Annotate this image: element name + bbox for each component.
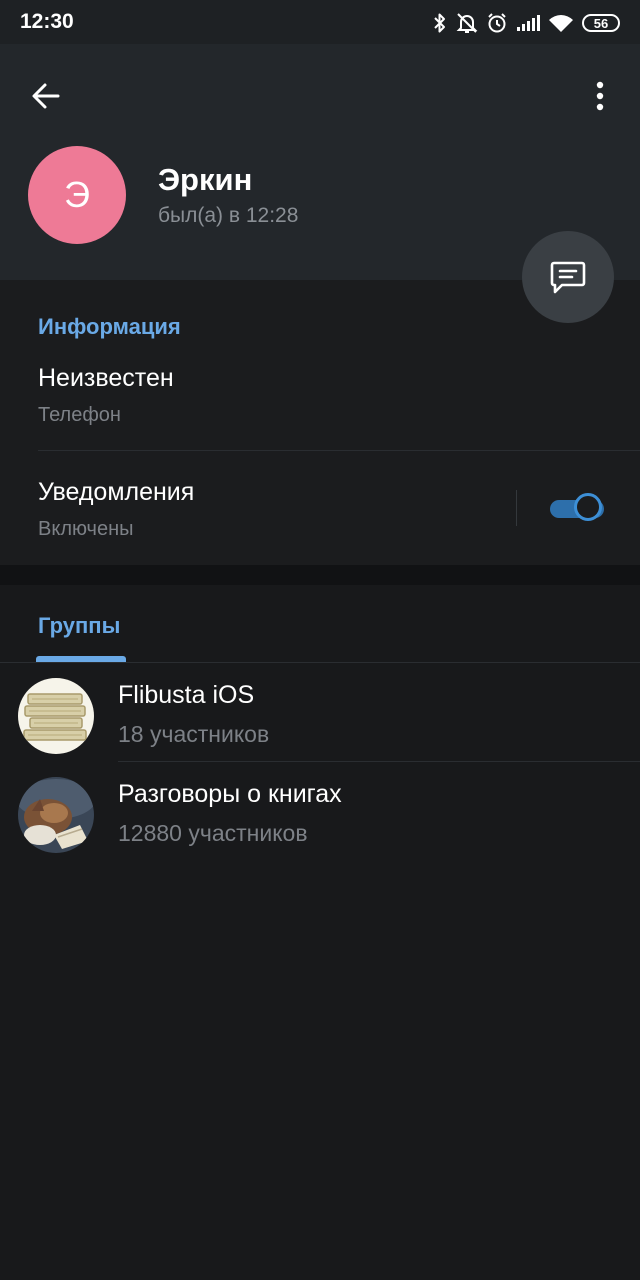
notifications-toggle[interactable] <box>550 492 606 524</box>
alarm-icon <box>488 13 506 33</box>
tab-groups[interactable]: Группы <box>38 613 120 639</box>
vertical-divider <box>516 490 517 526</box>
books-image <box>18 678 94 754</box>
battery-level: 56 <box>593 15 609 31</box>
arrow-left-icon <box>32 83 60 109</box>
divider <box>38 450 640 451</box>
group-name: Разговоры о книгах <box>118 780 342 808</box>
group-avatar <box>18 777 94 853</box>
status-icons: 56 <box>432 10 620 36</box>
phone-label: Телефон <box>38 404 121 426</box>
group-avatar <box>18 678 94 754</box>
info-section-title: Информация <box>38 314 181 339</box>
wifi-icon <box>549 15 573 32</box>
more-options-button[interactable] <box>578 74 622 118</box>
bluetooth-icon <box>434 13 445 33</box>
send-message-button[interactable] <box>522 231 614 323</box>
group-name: Flibusta iOS <box>118 681 255 709</box>
group-item-flibusta[interactable]: Flibusta iOS 18 участников <box>0 663 640 762</box>
avatar[interactable]: Э <box>28 146 126 244</box>
signal-icon <box>517 15 540 31</box>
last-seen-status: был(а) в 12:28 <box>158 204 299 227</box>
toggle-knob <box>574 493 602 521</box>
more-vertical-icon <box>596 81 604 111</box>
notifications-title: Уведомления <box>38 478 195 506</box>
notifications-status: Включены <box>38 518 134 540</box>
bell-off-icon <box>456 13 478 33</box>
group-item-book-talks[interactable]: Разговоры о книгах 12880 участников <box>0 762 640 861</box>
battery-icon: 56 <box>582 14 620 32</box>
avatar-letter: Э <box>64 174 90 215</box>
status-bar: 12:30 56 <box>0 0 640 44</box>
info-section: Информация Неизвестен Телефон Уведомлени… <box>0 280 640 565</box>
back-button[interactable] <box>24 74 68 118</box>
phone-value: Неизвестен <box>38 364 174 392</box>
group-members: 18 участников <box>118 721 270 747</box>
groups-section: Группы Flibusta iOS 18 участников Разгов… <box>0 585 640 1280</box>
group-members: 12880 участников <box>118 820 308 846</box>
section-gap <box>0 565 640 585</box>
status-time: 12:30 <box>20 10 74 33</box>
message-icon <box>550 261 586 294</box>
cat-reading-image <box>18 777 94 853</box>
contact-name: Эркин <box>158 162 253 197</box>
